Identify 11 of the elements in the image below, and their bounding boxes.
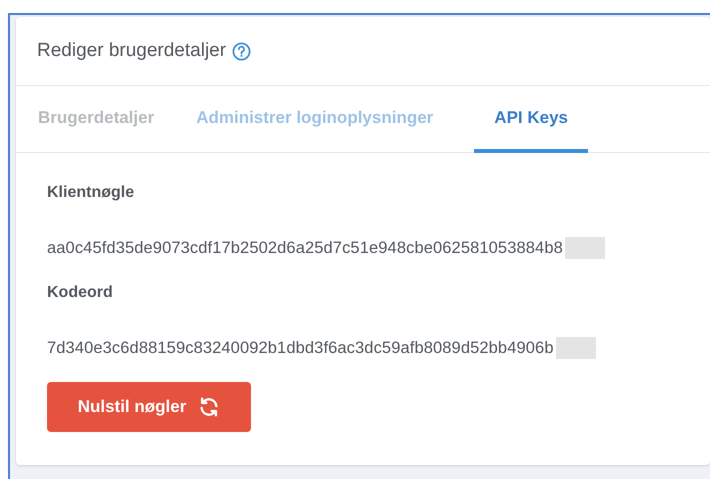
help-icon[interactable] bbox=[232, 42, 252, 60]
key-value: 7d340e3c6d88159c83240092b1dbd3f6ac3dc59afb8089d52bb4906b bbox=[47, 338, 554, 359]
blurred-block bbox=[564, 237, 605, 259]
tab[interactable]: API Keys bbox=[474, 86, 588, 153]
refresh-icon bbox=[198, 396, 220, 418]
key-value: aa0c45fd35de9073cdf17b2502d6a25d7c51e948cbe062581053884b8 bbox=[47, 238, 563, 259]
field-label: Klientnøgle bbox=[47, 183, 136, 203]
blurred-block bbox=[556, 337, 596, 359]
field-label: Kodeord bbox=[47, 283, 114, 303]
panel-title: Rediger brugerdetaljer bbox=[37, 38, 226, 63]
reset-keys-button[interactable]: Nulstil nøgler bbox=[47, 382, 251, 432]
